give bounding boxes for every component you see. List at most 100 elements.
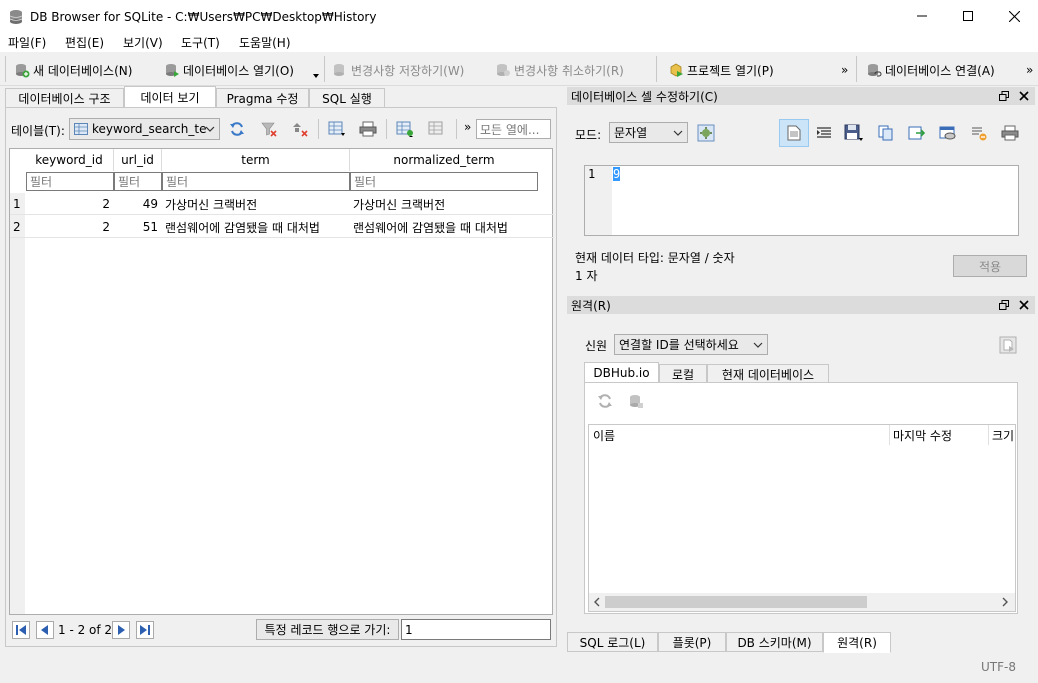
previous-page-button[interactable] [36, 621, 54, 639]
revert-changes-button[interactable]: 변경사항 취소하기(R) [495, 60, 624, 80]
close-dock-icon[interactable] [1019, 91, 1029, 101]
toolbar-overflow-button[interactable]: » [841, 60, 848, 80]
first-page-button[interactable] [12, 621, 30, 639]
open-in-external-button[interactable] [936, 121, 960, 145]
print-button[interactable] [356, 117, 380, 141]
word-wrap-button[interactable] [779, 119, 809, 147]
auto-switch-mode-button[interactable] [694, 121, 718, 145]
column-header-url-id[interactable]: url_id [114, 149, 162, 171]
remote-refresh-button[interactable] [593, 389, 617, 413]
cell-editor[interactable]: 1 9 [584, 165, 1019, 236]
save-icon [844, 124, 863, 141]
tab-db-schema[interactable]: DB 스키마(M) [726, 632, 823, 652]
tab-sql-log[interactable]: SQL 로그(L) [567, 632, 658, 652]
tab-remote[interactable]: 원격(R) [823, 632, 891, 653]
cell-url-id[interactable]: 49 [114, 193, 162, 215]
filter-input-url-id[interactable]: 필터 [114, 172, 162, 191]
save-filtered-button[interactable] [325, 117, 349, 141]
maximize-button[interactable] [945, 0, 991, 32]
tab-execute-sql[interactable]: SQL 실행 [309, 88, 385, 108]
set-as-null-button[interactable] [905, 121, 929, 145]
column-header-name[interactable]: 이름 [593, 427, 615, 444]
menu-view[interactable]: 보기(V) [123, 34, 163, 51]
tab-local[interactable]: 로컬 [659, 364, 707, 384]
filter-input-keyword-id[interactable]: 필터 [26, 172, 114, 191]
set-null-button[interactable] [967, 121, 991, 145]
cell-normalized-term[interactable]: 가상머신 크랙버전 [350, 193, 538, 215]
menu-help[interactable]: 도움말(H) [239, 34, 291, 51]
export-button[interactable] [874, 121, 898, 145]
open-project-button[interactable]: 프로젝트 열기(P) [668, 60, 774, 80]
delete-record-button[interactable] [424, 117, 448, 141]
column-header-keyword-id[interactable]: keyword_id [25, 149, 114, 171]
toolbar-separator [324, 56, 325, 82]
goto-record-button[interactable]: 특정 레코드 행으로 가기: [256, 619, 399, 640]
open-database-button[interactable]: 데이터베이스 열기(O) [164, 60, 294, 80]
scrollbar-thumb[interactable] [605, 596, 867, 608]
minimize-button[interactable] [899, 0, 945, 32]
goto-record-input[interactable]: 1 [401, 619, 551, 640]
open-project-label: 프로젝트 열기(P) [687, 63, 774, 78]
cell-normalized-term[interactable]: 랜섬웨어에 감염됐을 때 대처법 [350, 216, 538, 238]
filter-all-columns-input[interactable]: 모든 열에... [476, 119, 551, 139]
tab-edit-pragmas[interactable]: Pragma 수정 [216, 88, 309, 108]
last-page-button[interactable] [136, 621, 154, 639]
refresh-button[interactable] [225, 117, 249, 141]
tab-database-structure[interactable]: 데이터베이스 구조 [5, 88, 124, 108]
column-header-normalized-term[interactable]: normalized_term [350, 149, 538, 171]
attach-database-button[interactable]: 데이터베이스 연결(A) [866, 60, 995, 80]
cell-keyword-id[interactable]: 2 [26, 216, 114, 238]
next-page-button[interactable] [112, 621, 130, 639]
column-header-term[interactable]: term [162, 149, 350, 171]
table-select[interactable]: keyword_search_te [69, 118, 220, 140]
table-row[interactable]: 2 2 51 랜섬웨어에 감염됐을 때 대처법 랜섬웨어에 감염됐을 때 대처법 [10, 216, 554, 238]
clear-sorting-button[interactable] [288, 117, 312, 141]
browse-toolbar-overflow[interactable]: » [464, 120, 471, 134]
open-database-icon [166, 64, 179, 77]
indent-button[interactable] [812, 121, 836, 145]
clear-filters-button[interactable] [257, 117, 281, 141]
filter-input-normalized-term[interactable]: 필터 [350, 172, 538, 191]
open-database-dropdown-icon[interactable] [313, 74, 319, 78]
remote-file-list: 이름 마지막 수정 크기 [588, 424, 1016, 612]
toolbar-overflow-button[interactable]: » [1026, 60, 1033, 80]
print-cell-button[interactable] [998, 121, 1022, 145]
indent-icon [817, 127, 831, 138]
mode-select[interactable]: 문자열 [609, 122, 688, 143]
tab-browse-data[interactable]: 데이터 보기 [124, 86, 216, 108]
identity-settings-button[interactable] [996, 333, 1020, 357]
row-number: 2 [13, 220, 21, 234]
cell-editor-text[interactable]: 9 [613, 167, 621, 181]
float-dock-icon[interactable] [999, 91, 1009, 101]
cell-term[interactable]: 랜섬웨어에 감염됐을 때 대처법 [162, 216, 350, 238]
scroll-left-icon[interactable] [593, 597, 601, 607]
float-dock-icon[interactable] [999, 300, 1009, 310]
identity-select[interactable]: 연결할 ID를 선택하세요 [614, 334, 768, 355]
menu-file[interactable]: 파일(F) [8, 34, 46, 51]
remote-clone-button[interactable] [624, 389, 648, 413]
import-button[interactable] [842, 121, 866, 145]
new-database-button[interactable]: 새 데이터베이스(N) [14, 60, 132, 80]
horizontal-scrollbar[interactable] [589, 593, 1015, 611]
insert-record-button[interactable] [393, 117, 417, 141]
tab-plot[interactable]: 플롯(P) [658, 632, 726, 652]
filter-input-term[interactable]: 필터 [162, 172, 350, 191]
close-dock-icon[interactable] [1019, 300, 1029, 310]
menu-edit[interactable]: 편집(E) [65, 34, 104, 51]
toolbar-separator [386, 119, 387, 139]
column-header-last-modified[interactable]: 마지막 수정 [893, 427, 952, 444]
column-header-size[interactable]: 크기 [992, 427, 1014, 444]
status-bar: UTF-8 [0, 655, 1038, 683]
write-changes-button[interactable]: 변경사항 저장하기(W) [332, 60, 464, 80]
cell-url-id[interactable]: 51 [114, 216, 162, 238]
apply-button[interactable]: 적용 [953, 255, 1027, 277]
cell-term[interactable]: 가상머신 크랙버전 [162, 193, 350, 215]
tab-dbhub[interactable]: DBHub.io [584, 362, 659, 383]
table-row[interactable]: 1 2 49 가상머신 크랙버전 가상머신 크랙버전 [10, 193, 554, 215]
tab-current-database[interactable]: 현재 데이터베이스 [707, 364, 829, 384]
table-row-insert-icon [396, 121, 413, 137]
cell-keyword-id[interactable]: 2 [26, 193, 114, 215]
menu-tools[interactable]: 도구(T) [181, 34, 220, 51]
scroll-right-icon[interactable] [1001, 597, 1009, 607]
close-button[interactable] [991, 0, 1037, 32]
